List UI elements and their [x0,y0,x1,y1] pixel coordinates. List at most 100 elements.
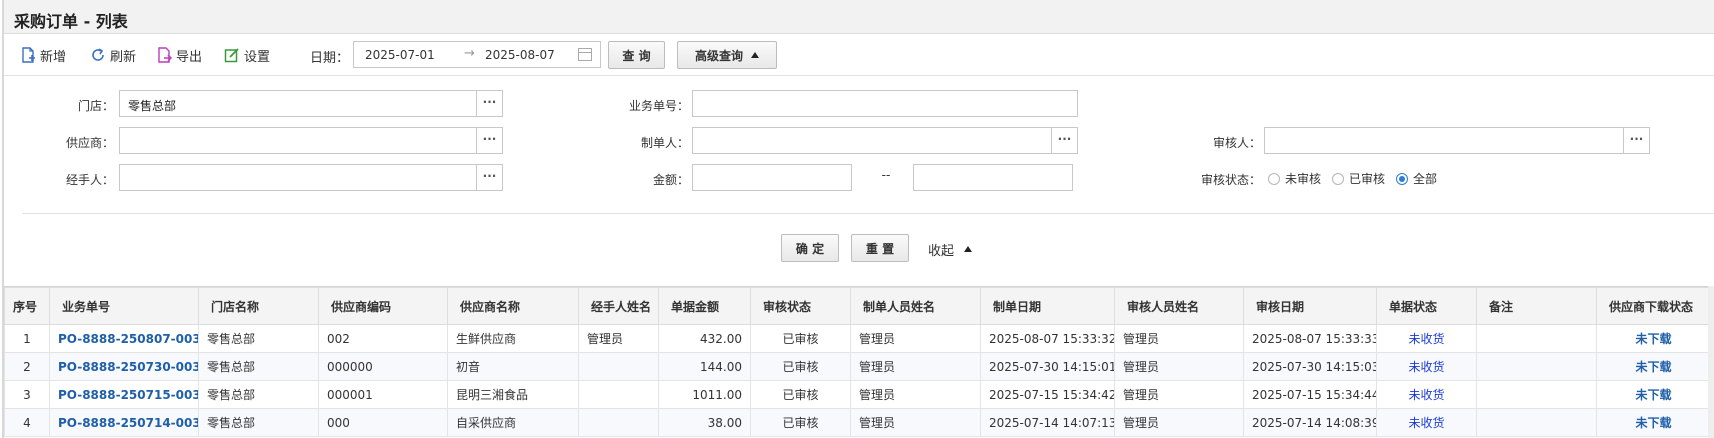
query-label: 查 询 [622,48,651,63]
advanced-query-label: 高级查询 [694,48,743,63]
refresh-button[interactable]: 刷新 [90,45,136,65]
column-header[interactable]: 门店名称 [198,287,319,325]
collapse-toggle[interactable]: 收起 [928,239,973,259]
column-header[interactable]: 审核人员姓名 [1114,287,1244,325]
table-cell [1476,380,1597,409]
order-number-link[interactable]: PO-8888-250715-0032 [58,388,198,402]
bizno-input[interactable] [692,90,1078,117]
confirm-button[interactable]: 确 定 [781,234,839,262]
auditor-input[interactable] [1264,127,1624,154]
table-body: 1 PO-8888-250807-0034 零售总部 002 生鲜供应商 管理员 432.0… [4,324,1711,437]
amount-from-input[interactable] [692,164,852,191]
cell-text: 自采供应商 [456,416,517,430]
table-cell: 144.00 [658,352,751,381]
cell-text: 1 [23,331,31,346]
table-cell: 管理员 [1114,380,1244,409]
column-header[interactable]: 单据状态 [1376,287,1477,325]
reset-button[interactable]: 重 置 [851,234,909,262]
column-header[interactable]: 制单人员姓名 [850,287,981,325]
cell-text: 管理员 [1123,388,1160,402]
vertical-scrollbar[interactable] [1708,286,1714,438]
doc-status-link[interactable]: 未收货 [1408,416,1444,430]
column-header[interactable]: 备注 [1476,287,1597,325]
table-row[interactable]: 1 PO-8888-250807-0034 零售总部 002 生鲜供应商 管理员 432.0… [4,324,1711,353]
table-cell [1476,408,1597,437]
advanced-query-button[interactable]: 高级查询 [677,41,777,69]
handler-picker-button[interactable]: ··· [477,164,503,191]
handler-input[interactable] [119,164,477,191]
column-header[interactable]: 审核日期 [1243,287,1377,325]
radio-checked-icon [1396,172,1408,185]
table-cell: 已审核 [750,408,851,437]
table-cell: 2025-08-07 15:33:32 [980,324,1115,353]
column-header[interactable]: 供应商编码 [318,287,448,325]
table-row[interactable]: 2 PO-8888-250730-0033 零售总部 000000 初音 144.00 已审… [4,352,1711,381]
order-number-link[interactable]: PO-8888-250714-0031 [58,416,198,430]
column-header[interactable]: 业务单号 [49,287,199,325]
order-number-link[interactable]: PO-8888-250730-0033 [58,360,198,374]
arrow-right-icon: → [464,46,475,61]
column-header[interactable]: 单据金额 [658,287,751,325]
order-number-link[interactable]: PO-8888-250807-0034 [58,332,198,346]
table-cell: 管理员 [850,324,981,353]
table-cell: 初音 [447,352,579,381]
status-radio-all[interactable]: 全部 [1396,170,1437,187]
column-header[interactable]: 经手人姓名 [578,287,659,325]
export-label: 导出 [176,49,203,65]
export-button[interactable]: 导出 [156,45,202,65]
column-header[interactable]: 供应商名称 [447,287,579,325]
table-cell: 000000 [318,352,448,381]
table-cell [578,408,659,437]
download-status-link[interactable]: 未下载 [1635,332,1671,346]
cell-text: 2 [23,359,31,374]
settings-label: 设置 [244,49,271,65]
triangle-up-icon [751,52,759,58]
table-cell: 2025-07-15 15:34:42 [980,380,1115,409]
form-divider [22,213,1714,214]
date-range-picker[interactable]: 2025-07-01 → 2025-08-07 [353,41,601,68]
column-header[interactable]: 序号 [4,287,50,325]
calendar-icon[interactable] [578,48,592,61]
supplier-picker-button[interactable]: ··· [477,127,503,154]
cell-text: 4 [23,415,31,430]
store-input[interactable]: 零售总部 [119,90,477,117]
date-to[interactable]: 2025-08-07 [485,48,555,62]
cell-text: 管理员 [859,388,896,402]
download-status-link[interactable]: 未下载 [1635,388,1671,402]
table-cell [578,352,659,381]
table-cell: 002 [318,324,448,353]
query-button[interactable]: 查 询 [608,41,665,69]
status-radio-audited[interactable]: 已审核 [1332,170,1385,187]
status-radio-unaudited[interactable]: 未审核 [1268,170,1321,187]
cell-text: 000001 [327,387,373,402]
new-document-icon [22,47,35,63]
cell-text: 432.00 [700,331,742,346]
download-status-link[interactable]: 未下载 [1635,360,1671,374]
supplier-input[interactable] [119,127,477,154]
amount-to-input[interactable] [913,164,1073,191]
auditor-picker-button[interactable]: ··· [1624,127,1650,154]
cell-text: 144.00 [700,359,742,374]
maker-input[interactable] [692,127,1052,154]
cell-text: 管理员 [1123,416,1160,430]
cell-text: 零售总部 [207,388,256,402]
maker-picker-button[interactable]: ··· [1052,127,1078,154]
settings-button[interactable]: 设置 [224,45,270,65]
doc-status-link[interactable]: 未收货 [1408,360,1444,374]
table-row[interactable]: 3 PO-8888-250715-0032 零售总部 000001 昆明三湘食品 1011… [4,380,1711,409]
column-header[interactable]: 供应商下载状态 [1596,287,1711,325]
cell-text: 管理员 [1123,360,1160,374]
doc-status-link[interactable]: 未收货 [1408,332,1444,346]
column-header[interactable]: 审核状态 [750,287,851,325]
download-status-link[interactable]: 未下载 [1635,416,1671,430]
store-picker-button[interactable]: ··· [477,90,503,117]
add-button[interactable]: 新增 [20,45,66,65]
doc-status-link[interactable]: 未收货 [1408,388,1444,402]
bizno-label: 业务单号： [628,99,689,113]
table-row[interactable]: 4 PO-8888-250714-0031 零售总部 000 自采供应商 38.00 已审核… [4,408,1711,437]
date-from[interactable]: 2025-07-01 [365,48,435,62]
column-header[interactable]: 制单日期 [980,287,1115,325]
table-cell: 2025-07-30 14:15:03 [1243,352,1377,381]
table-cell [1476,324,1597,353]
collapse-label: 收起 [928,243,955,259]
